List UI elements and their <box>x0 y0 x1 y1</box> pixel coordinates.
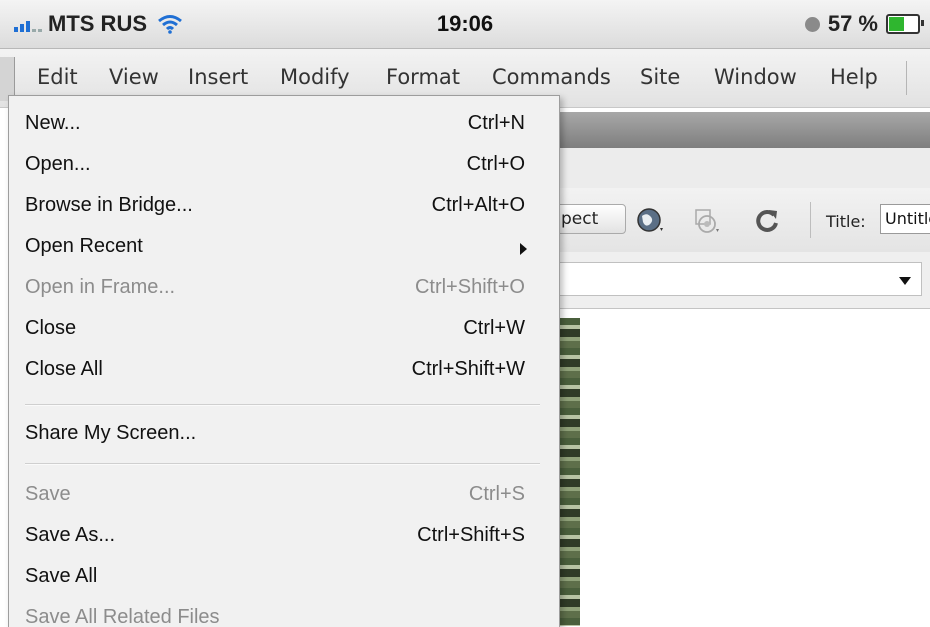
address-dropdown[interactable] <box>556 262 922 296</box>
menu-item-shortcut: Ctrl+N <box>467 112 525 134</box>
menu-item-save-as[interactable]: Save As... Ctrl+Shift+S <box>25 514 540 554</box>
menu-item-label: New... <box>25 112 81 134</box>
menu-item-shortcut: Ctrl+W <box>463 317 525 339</box>
menu-item-label: Save <box>25 483 71 505</box>
menu-separator <box>25 404 540 406</box>
menu-item-shortcut: Ctrl+S <box>468 483 525 505</box>
document-toolbar-strip <box>556 148 930 189</box>
menu-modify[interactable]: Modify <box>280 65 350 89</box>
refresh-icon[interactable] <box>752 206 782 236</box>
menu-item-open-recent[interactable]: Open Recent <box>25 225 540 265</box>
address-row <box>556 252 930 309</box>
menu-item-label: Open in Frame... <box>25 276 176 298</box>
menu-item-save[interactable]: Save Ctrl+S <box>25 473 540 513</box>
visual-aids-eye-icon[interactable] <box>692 206 722 236</box>
menu-commands[interactable]: Commands <box>492 65 611 89</box>
menu-item-shortcut: Ctrl+Shift+W <box>411 358 525 380</box>
menu-item-label: Close All <box>25 358 103 380</box>
menu-item-label: Browse in Bridge... <box>25 194 193 216</box>
menu-edit[interactable]: Edit <box>37 65 78 89</box>
menu-item-shortcut: Ctrl+Shift+S <box>417 524 525 546</box>
status-right: 57 % <box>804 11 924 37</box>
battery-icon <box>886 14 924 34</box>
menu-help[interactable]: Help <box>830 65 878 89</box>
menu-item-save-all-related-files[interactable]: Save All Related Files <box>25 596 540 627</box>
toolbar-separator <box>810 202 811 238</box>
menu-item-shortcut: Ctrl+Shift+O <box>414 276 525 298</box>
file-menu-dropdown: New... Ctrl+N Open... Ctrl+O Browse in B… <box>8 95 560 627</box>
menu-item-label: Share My Screen... <box>25 422 197 444</box>
document-tab-bar <box>556 112 930 148</box>
menu-view[interactable]: View <box>109 65 159 89</box>
chevron-down-icon[interactable] <box>899 277 911 285</box>
title-input[interactable]: Untitled <box>880 204 930 234</box>
menu-separator <box>25 463 540 465</box>
menu-insert[interactable]: Insert <box>188 65 248 89</box>
status-bar: MTS RUS 19:06 57 % <box>0 0 930 49</box>
title-label: Title: <box>826 212 866 231</box>
menu-item-browse-in-bridge[interactable]: Browse in Bridge... Ctrl+Alt+O <box>25 184 540 224</box>
menu-item-shortcut: Ctrl+O <box>466 153 525 175</box>
menu-item-save-all[interactable]: Save All <box>25 555 540 595</box>
menu-item-open-in-frame[interactable]: Open in Frame... Ctrl+Shift+O <box>25 266 540 306</box>
menu-item-open[interactable]: Open... Ctrl+O <box>25 143 540 183</box>
menu-window[interactable]: Window <box>714 65 797 89</box>
menu-item-label: Open... <box>25 153 91 175</box>
menu-format[interactable]: Format <box>386 65 460 89</box>
menu-item-label: Close <box>25 317 77 339</box>
battery-percent: 57 % <box>827 11 878 36</box>
menu-item-label: Open Recent <box>25 235 143 257</box>
menu-item-label: Save As... <box>25 524 116 546</box>
clock-time: 19:06 <box>436 11 494 36</box>
submenu-arrow-icon <box>520 243 527 255</box>
menu-item-share-my-screen[interactable]: Share My Screen... <box>25 412 540 452</box>
menu-item-new[interactable]: New... Ctrl+N <box>25 102 540 142</box>
alarm-clock-icon <box>804 16 820 32</box>
document-toolbar: pect Title: Untitled <box>546 188 930 253</box>
menu-item-close[interactable]: Close Ctrl+W <box>25 307 540 347</box>
menu-item-close-all[interactable]: Close All Ctrl+Shift+W <box>25 348 540 388</box>
menu-item-label: Save All Related Files <box>25 606 220 627</box>
menu-item-label: Save All <box>25 565 98 587</box>
menu-item-shortcut: Ctrl+Alt+O <box>431 194 525 216</box>
menu-bar-separator <box>906 61 907 95</box>
globe-preview-icon[interactable] <box>636 206 666 236</box>
menu-site[interactable]: Site <box>640 65 680 89</box>
battery-level-fill <box>889 17 904 31</box>
